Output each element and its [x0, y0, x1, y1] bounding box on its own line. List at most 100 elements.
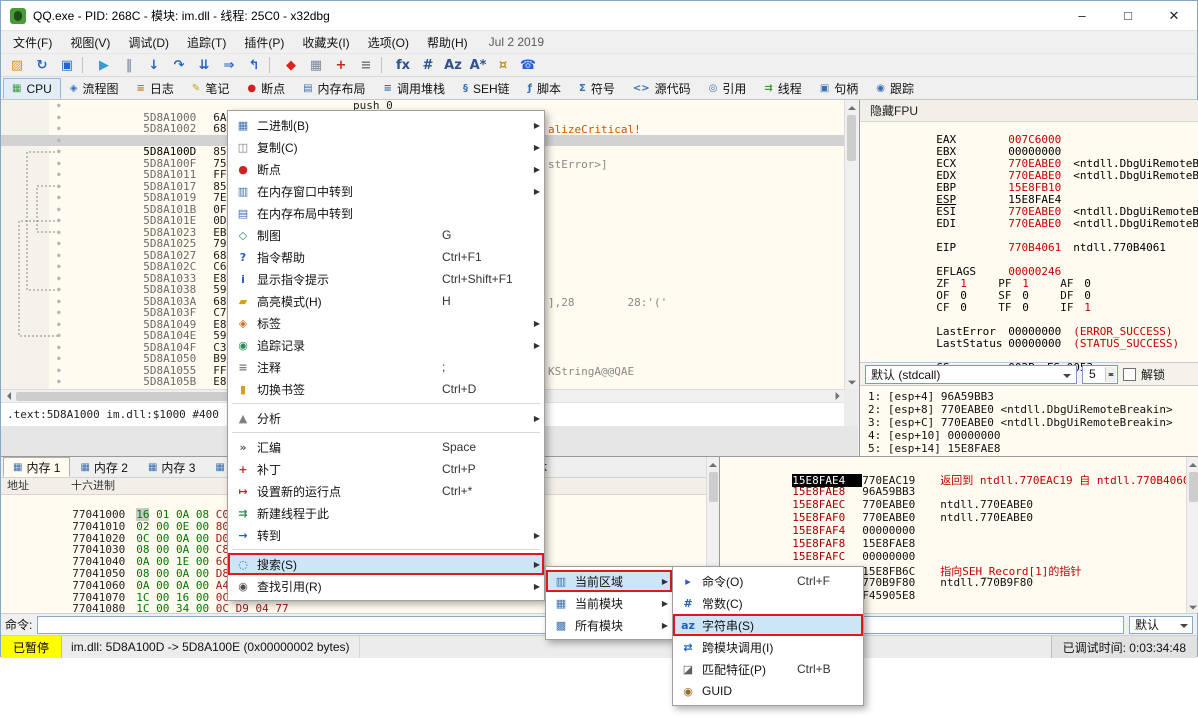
unlock-checkbox[interactable]: [1123, 368, 1136, 381]
menubar-item[interactable]: 选项(O): [359, 31, 418, 54]
tab-threads[interactable]: ⇉ 线程: [755, 78, 810, 99]
register-row[interactable]: EAX007C6000: [860, 122, 1198, 134]
menu-item[interactable]: ◫ 复制(C) ▶: [228, 136, 544, 158]
menubar-item[interactable]: 调试(D): [119, 31, 178, 54]
run-button[interactable]: ▶: [92, 54, 116, 76]
trace-over-button[interactable]: ⇒: [217, 54, 241, 76]
menubar-item[interactable]: 帮助(H): [418, 31, 477, 54]
fx-button[interactable]: fx: [391, 54, 415, 76]
hide-fpu-button[interactable]: 隐藏FPU: [860, 100, 1198, 122]
toolbar-button[interactable]: [82, 57, 89, 73]
strings-button[interactable]: Az: [441, 54, 465, 76]
tab-trace[interactable]: ◉ 跟踪: [867, 78, 923, 99]
spinner-arrows-icon[interactable]: [1105, 367, 1116, 382]
menu-item[interactable]: ▦ 二进制(B) ▶: [228, 114, 544, 136]
stack-vertical-scrollbar[interactable]: [1186, 457, 1198, 613]
scroll-up-icon[interactable]: [707, 457, 719, 470]
arg-count-spinner[interactable]: 5: [1082, 365, 1118, 384]
menu-item[interactable]: ⇉ 新建线程于此: [228, 502, 544, 524]
memory-map-button[interactable]: ▦: [304, 54, 328, 76]
tab-graph[interactable]: ◈ 流程图: [61, 78, 128, 99]
dump-tab[interactable]: ▦ 内存 2: [70, 457, 137, 477]
breakpoints-button[interactable]: ◆: [279, 54, 303, 76]
trace-into-button[interactable]: ⇊: [192, 54, 216, 76]
run-to-return-button[interactable]: ↰: [242, 54, 266, 76]
tab-notes[interactable]: ✎ 笔记: [183, 78, 238, 99]
menu-item[interactable]: [228, 546, 544, 553]
pause-button[interactable]: ‖: [117, 54, 141, 76]
menu-item[interactable]: ● 断点 ▶: [228, 158, 544, 180]
tab-log[interactable]: ≡ 日志: [128, 78, 183, 99]
menu-item[interactable]: ≡ 注释 ;: [228, 356, 544, 378]
menu-item[interactable]: i 显示指令提示 Ctrl+Shift+F1: [228, 268, 544, 290]
tab-call-stack[interactable]: ≡ 调用堆栈: [375, 78, 454, 99]
tab-handles[interactable]: ▣ 句柄: [811, 78, 867, 99]
menu-item[interactable]: ▰ 高亮模式(H) H: [228, 290, 544, 312]
scrollbar-thumb[interactable]: [709, 472, 718, 502]
menu-item[interactable]: ▸ 命令(O) Ctrl+F: [673, 570, 863, 592]
hash-button[interactable]: #: [416, 54, 440, 76]
menu-item[interactable]: » 汇编 Space: [228, 436, 544, 458]
menubar-item[interactable]: 收藏夹(I): [293, 31, 358, 54]
scroll-up-icon[interactable]: [1187, 457, 1198, 470]
close-button[interactable]: ✕: [1151, 1, 1197, 30]
restart-button[interactable]: ↻: [30, 54, 54, 76]
tab-script[interactable]: ƒ 脚本: [519, 78, 570, 99]
preferences-button[interactable]: A*: [466, 54, 490, 76]
toolbar-button[interactable]: [269, 57, 276, 73]
tab-references[interactable]: ◎ 引用: [700, 78, 756, 99]
menu-item[interactable]: ? 指令帮助 Ctrl+F1: [228, 246, 544, 268]
menu-item[interactable]: ◉ 追踪记录 ▶: [228, 334, 544, 356]
menubar-item[interactable]: 文件(F): [4, 31, 61, 54]
menu-item[interactable]: ⇄ 跨模块调用(I): [673, 636, 863, 658]
stop-button[interactable]: ▣: [55, 54, 79, 76]
scrollbar-thumb[interactable]: [1189, 472, 1198, 502]
minimize-button[interactable]: –: [1059, 1, 1105, 30]
command-mode-select[interactable]: 默认: [1129, 616, 1193, 634]
menu-item[interactable]: ▦ 当前模块 ▶: [546, 592, 672, 614]
maximize-button[interactable]: □: [1105, 1, 1151, 30]
menu-item[interactable]: [228, 429, 544, 436]
menu-item[interactable]: ◈ 标签 ▶: [228, 312, 544, 334]
menubar-item[interactable]: 视图(V): [61, 31, 119, 54]
menu-item[interactable]: az 字符串(S): [673, 614, 863, 636]
menubar-item[interactable]: 插件(P): [235, 31, 293, 54]
settings-button[interactable]: ¤: [491, 54, 515, 76]
menu-item[interactable]: ▩ 所有模块 ▶: [546, 614, 672, 636]
menu-item[interactable]: ▮ 切换书签 Ctrl+D: [228, 378, 544, 400]
scroll-right-icon[interactable]: [831, 390, 844, 402]
disasm-vertical-scrollbar[interactable]: [844, 100, 858, 389]
menu-item[interactable]: [228, 400, 544, 407]
menu-item[interactable]: ◪ 匹配特征(P) Ctrl+B: [673, 658, 863, 680]
menu-item[interactable]: ↦ 设置新的运行点 Ctrl+*: [228, 480, 544, 502]
menu-item[interactable]: # 常数(C): [673, 592, 863, 614]
menu-item[interactable]: ▲ 分析 ▶: [228, 407, 544, 429]
menu-item[interactable]: → 转到 ▶: [228, 524, 544, 546]
step-into-button[interactable]: ↓: [142, 54, 166, 76]
menu-item[interactable]: ◉ GUID: [673, 680, 863, 702]
tab-breakpoints[interactable]: ● 断点: [238, 78, 294, 99]
scrollbar-thumb[interactable]: [847, 115, 856, 161]
stack-row[interactable]: 15E8FAE4770EAC19返回到 ntdll.770EAC19 自 ntd…: [720, 459, 1198, 472]
dump-tab[interactable]: ▦ 内存 3: [138, 457, 205, 477]
menu-item[interactable]: + 补丁 Ctrl+P: [228, 458, 544, 480]
tab-memory-map[interactable]: ▤ 内存布局: [294, 78, 374, 99]
menu-item[interactable]: ▥ 当前区域 ▶: [546, 570, 672, 592]
menu-item[interactable]: ◌ 搜索(S) ▶: [228, 553, 544, 575]
calling-convention-select[interactable]: 默认 (stdcall): [865, 365, 1077, 384]
scroll-left-icon[interactable]: [1, 390, 14, 402]
tab-cpu[interactable]: ▦ CPU: [3, 78, 61, 99]
dump-tab[interactable]: ▦ 内存 1: [3, 457, 70, 477]
help-phone-button[interactable]: ☎: [516, 54, 540, 76]
scroll-down-icon[interactable]: [845, 376, 858, 389]
open-file-button[interactable]: ▨: [5, 54, 29, 76]
patch-button[interactable]: +: [329, 54, 353, 76]
comment-button[interactable]: ≡: [354, 54, 378, 76]
tab-source[interactable]: <> 源代码: [624, 78, 700, 99]
menu-item[interactable]: ◉ 查找引用(R) ▶: [228, 575, 544, 597]
tab-symbols[interactable]: Σ 符号: [570, 78, 624, 99]
tab-seh[interactable]: § SEH链: [454, 78, 519, 99]
scroll-down-icon[interactable]: [1187, 601, 1198, 613]
menu-item[interactable]: ▥ 在内存窗口中转到 ▶: [228, 180, 544, 202]
menu-item[interactable]: ▤ 在内存布局中转到: [228, 202, 544, 224]
